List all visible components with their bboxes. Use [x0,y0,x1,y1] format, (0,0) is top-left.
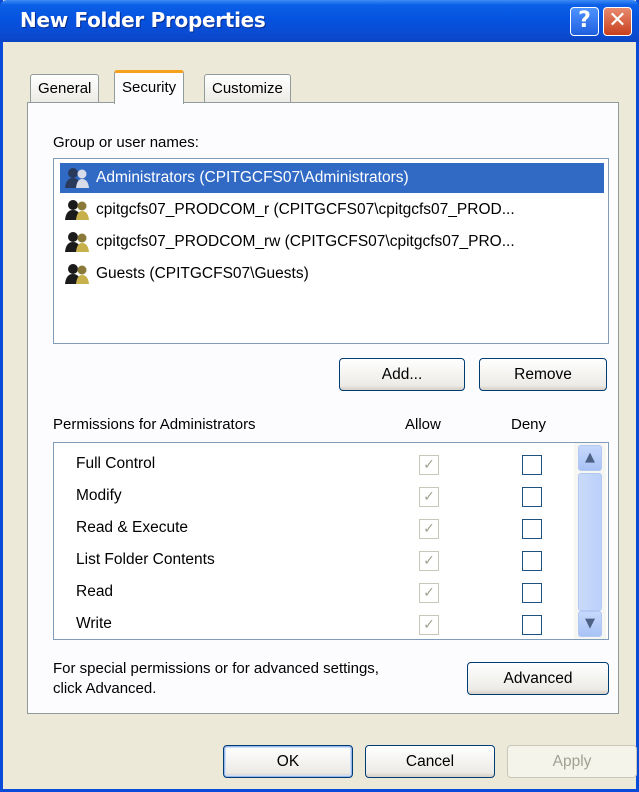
user-name: cpitgcfs07_PRODCOM_rw (CPITGCFS07\cpitgc… [96,233,515,250]
user-group-icon [65,200,89,220]
help-icon: ? [578,8,591,33]
title-bar[interactable]: New Folder Properties ? ✕ [0,0,639,42]
add-button[interactable]: Add... [339,358,465,391]
advanced-hint-line1: For special permissions or for advanced … [53,660,379,677]
permissions-label: Permissions for Administrators [53,416,256,433]
permission-label: Read & Execute [76,519,189,536]
permissions-list[interactable]: Full Control ✓ Modify ✓ Read & Execute ✓… [53,442,609,640]
user-listbox[interactable]: Administrators (CPITGCFS07\Administrator… [53,158,609,344]
user-name: Administrators (CPITGCFS07\Administrator… [96,169,409,186]
allow-column-header: Allow [405,416,441,433]
tab-security[interactable]: Security [114,70,185,104]
list-item[interactable]: Administrators (CPITGCFS07\Administrator… [60,163,604,193]
deny-checkbox[interactable] [522,551,542,571]
permission-label: Full Control [76,455,156,472]
permission-row-modify: Modify ✓ [54,481,574,513]
tab-customize[interactable]: Customize [204,74,291,102]
user-group-icon [65,168,89,188]
remove-button[interactable]: Remove [479,358,607,391]
permission-label: Write [76,615,112,632]
scroll-thumb[interactable] [578,473,602,611]
ok-button[interactable]: OK [223,745,353,778]
scroll-up-icon[interactable]: ▲ [578,445,602,471]
scroll-down-icon[interactable]: ▼ [578,611,602,637]
close-button[interactable]: ✕ [603,7,632,36]
allow-checkbox[interactable]: ✓ [419,615,439,635]
allow-checkbox[interactable]: ✓ [419,551,439,571]
permission-row-read: Read ✓ [54,577,574,609]
permission-row-list-folder-contents: List Folder Contents ✓ [54,545,574,577]
deny-checkbox[interactable] [522,583,542,603]
allow-checkbox[interactable]: ✓ [419,487,439,507]
user-group-icon [65,232,89,252]
advanced-hint-line2: click Advanced. [53,680,157,697]
list-item[interactable]: Guests (CPITGCFS07\Guests) [60,259,604,289]
group-label: Group or user names: [53,134,199,151]
allow-checkbox[interactable]: ✓ [419,519,439,539]
list-item[interactable]: cpitgcfs07_PRODCOM_rw (CPITGCFS07\cpitgc… [60,227,604,257]
cancel-button[interactable]: Cancel [365,745,495,778]
deny-checkbox[interactable] [522,519,542,539]
user-name: cpitgcfs07_PRODCOM_r (CPITGCFS07\cpitgcf… [96,201,515,218]
permission-label: List Folder Contents [76,551,215,568]
properties-dialog: New Folder Properties ? ✕ General Securi… [0,0,639,792]
close-icon: ✕ [608,8,627,33]
permission-row-full-control: Full Control ✓ [54,449,574,481]
apply-button[interactable]: Apply [507,745,637,778]
user-group-icon [65,264,89,284]
allow-checkbox[interactable]: ✓ [419,583,439,603]
permission-label: Read [76,583,114,600]
permission-row-read-execute: Read & Execute ✓ [54,513,574,545]
user-name: Guests (CPITGCFS07\Guests) [96,265,309,282]
tab-general[interactable]: General [30,74,100,102]
allow-checkbox[interactable]: ✓ [419,455,439,475]
deny-column-header: Deny [511,416,547,433]
deny-checkbox[interactable] [522,455,542,475]
help-button[interactable]: ? [570,7,599,36]
permission-row-write: Write ✓ [54,609,574,639]
list-item[interactable]: cpitgcfs07_PRODCOM_r (CPITGCFS07\cpitgcf… [60,195,604,225]
vertical-scrollbar[interactable]: ▲ ▼ [574,443,606,639]
window-title: New Folder Properties [20,8,266,32]
deny-checkbox[interactable] [522,615,542,635]
deny-checkbox[interactable] [522,487,542,507]
advanced-button[interactable]: Advanced [467,662,609,695]
permission-label: Modify [76,487,122,504]
